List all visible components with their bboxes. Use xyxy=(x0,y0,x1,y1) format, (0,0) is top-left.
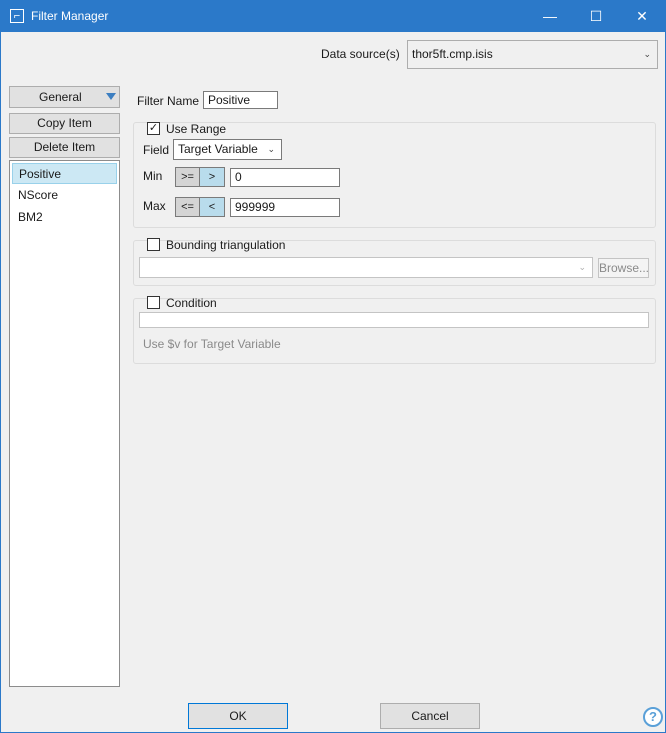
triangle-down-icon xyxy=(106,93,116,100)
use-range-checkbox[interactable]: ✓ xyxy=(147,122,160,135)
copy-item-button[interactable]: Copy Item xyxy=(9,113,120,134)
chevron-down-icon: ⌄ xyxy=(578,262,586,272)
data-source-value: thor5ft.cmp.isis xyxy=(412,47,493,61)
close-button[interactable]: ✕ xyxy=(619,1,665,32)
data-source-dropdown[interactable]: thor5ft.cmp.isis ⌄ xyxy=(407,40,658,69)
chevron-down-icon: ⌄ xyxy=(643,49,651,59)
condition-checkbox[interactable] xyxy=(147,296,160,309)
max-operator-toggle[interactable]: <= < xyxy=(175,197,225,217)
max-op-lt-button[interactable]: < xyxy=(199,197,225,217)
min-value-input[interactable]: 0 xyxy=(230,168,340,187)
help-icon[interactable]: ? xyxy=(643,707,663,727)
delete-item-button[interactable]: Delete Item xyxy=(9,137,120,158)
filter-list[interactable]: Positive NScore BM2 xyxy=(9,160,120,687)
min-label: Min xyxy=(143,169,163,183)
data-source-label: Data source(s) xyxy=(321,47,400,61)
field-label: Field xyxy=(143,143,170,157)
maximize-button[interactable]: ☐ xyxy=(573,1,619,32)
ok-button[interactable]: OK xyxy=(188,703,288,729)
condition-hint: Use $v for Target Variable xyxy=(143,337,281,351)
filter-manager-window: ⌐ Filter Manager — ☐ ✕ Data source(s) th… xyxy=(0,0,666,733)
max-value-input[interactable]: 999999 xyxy=(230,198,340,217)
filter-chart-icon: ⌐ xyxy=(10,9,24,23)
max-label: Max xyxy=(143,199,166,213)
general-dropdown-button[interactable]: General xyxy=(9,86,120,108)
field-select[interactable]: Target Variable ⌄ xyxy=(173,139,282,160)
use-range-label: Use Range xyxy=(166,122,227,136)
window-title: Filter Manager xyxy=(31,9,109,23)
min-op-gte-button[interactable]: >= xyxy=(175,167,200,187)
browse-button[interactable]: Browse... xyxy=(598,258,649,278)
list-item[interactable]: NScore xyxy=(12,185,117,206)
bounding-select[interactable]: ⌄ xyxy=(139,257,593,278)
cancel-button[interactable]: Cancel xyxy=(380,703,480,729)
title-bar[interactable]: ⌐ Filter Manager — ☐ ✕ xyxy=(1,1,665,32)
filter-name-label: Filter Name xyxy=(137,94,200,108)
max-op-lte-button[interactable]: <= xyxy=(175,197,200,217)
min-op-gt-button[interactable]: > xyxy=(199,167,225,187)
list-item[interactable]: Positive xyxy=(12,163,117,184)
condition-label: Condition xyxy=(166,296,217,310)
minimize-button[interactable]: — xyxy=(527,1,573,32)
filter-name-input[interactable]: Positive xyxy=(203,91,278,109)
chevron-down-icon: ⌄ xyxy=(267,144,275,154)
condition-input[interactable] xyxy=(139,312,649,328)
list-item[interactable]: BM2 xyxy=(12,207,117,228)
general-label: General xyxy=(39,90,82,104)
bounding-label: Bounding triangulation xyxy=(166,238,286,252)
min-operator-toggle[interactable]: >= > xyxy=(175,167,225,187)
bounding-checkbox[interactable] xyxy=(147,238,160,251)
field-select-value: Target Variable xyxy=(178,142,258,156)
